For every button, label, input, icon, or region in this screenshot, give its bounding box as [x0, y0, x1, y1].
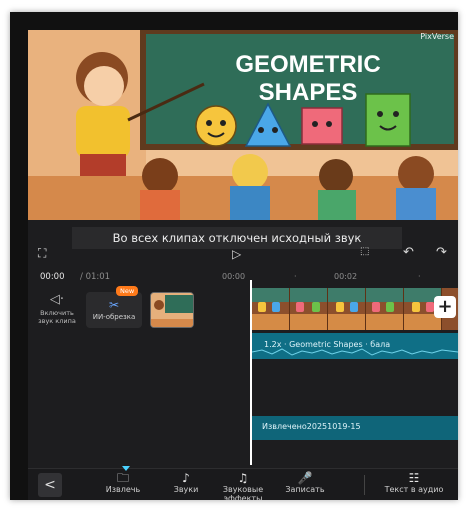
cover-thumbnail[interactable] [150, 292, 194, 328]
back-button[interactable]: < [38, 473, 62, 497]
fullscreen-icon[interactable]: ⛶ [38, 246, 46, 261]
sounds-button[interactable]: ♪ Звуки [166, 471, 206, 494]
text-to-audio-button[interactable]: ☷ Текст в аудио [374, 471, 454, 494]
play-icon[interactable]: ▷ [232, 247, 241, 261]
watermark: PixVerse [420, 32, 454, 41]
scissors-icon: ✂ [108, 298, 120, 312]
keyframe-icon[interactable]: ⬚ [360, 246, 369, 257]
time-ruler: 00:00 / 01:01 00:00 · 00:02 · [28, 270, 458, 284]
waveform [252, 348, 458, 356]
ai-cut-label: ИИ-обрезка [92, 313, 136, 321]
cover-image [151, 293, 193, 327]
new-badge: New [116, 286, 139, 296]
ai-cut-button[interactable]: New ✂ ИИ-обрезка [86, 286, 142, 328]
music-note-icon: ♪ [182, 471, 190, 485]
sounds-label: Звуки [173, 485, 199, 494]
bottom-toolbar: < 🗀 Извлечь ♪ Звуки ♫ Звуковые эффекты 🎤… [28, 466, 458, 500]
speaker-muted-icon: ◁· [49, 292, 65, 307]
video-preview[interactable]: GEOMETRIC SHAPES PixVerse [28, 30, 458, 220]
app-window: GEOMETRIC SHAPES PixVerse Во всех клипах… [10, 12, 458, 500]
enable-clip-sound-label: Включить звук клипа [38, 309, 76, 325]
extracted-audio-label: Извлечено20251019-15 [262, 422, 361, 431]
sound-effects-button[interactable]: ♫ Звуковые эффекты [218, 471, 268, 500]
video-frame [290, 288, 328, 330]
classroom-illustration: GEOMETRIC SHAPES [28, 30, 458, 220]
board-title-line2: SHAPES [259, 79, 358, 106]
add-clip-button[interactable]: + [434, 296, 456, 318]
muted-notice-banner: Во всех клипах отключен исходный звук [72, 227, 402, 249]
extract-label: Извлечь [105, 485, 141, 494]
video-frame [252, 288, 290, 330]
total-time: / 01:01 [80, 272, 111, 282]
video-track[interactable] [252, 288, 458, 330]
playhead[interactable] [250, 280, 252, 465]
timeline-editor: Во всех клипах отключен исходный звук ⛶ … [28, 220, 458, 500]
record-label: Записать [285, 485, 325, 494]
redo-icon[interactable]: ↷ [436, 245, 447, 260]
undo-icon[interactable]: ↶ [403, 245, 414, 260]
ruler-tick: 00:02 [334, 272, 358, 281]
record-button[interactable]: 🎤 Записать [280, 471, 330, 494]
text-to-audio-label: Текст в аудио [384, 485, 444, 494]
sound-effects-icon: ♫ [237, 471, 249, 485]
enable-clip-sound-button[interactable]: ◁· Включить звук клипа [34, 292, 80, 325]
current-time: 00:00 [40, 272, 65, 282]
folder-icon: 🗀 [116, 471, 129, 485]
extract-button[interactable]: 🗀 Извлечь [98, 471, 148, 494]
ruler-dot: · [294, 272, 297, 281]
ruler-dot: · [418, 272, 421, 281]
video-frame [328, 288, 366, 330]
microphone-icon: 🎤 [297, 471, 313, 485]
extracted-audio-track[interactable]: Извлечено20251019-15 [252, 416, 458, 440]
ruler-tick: 00:00 [222, 272, 246, 281]
audio-track[interactable]: 1.2x · Geometric Shapes · бала [252, 333, 458, 359]
video-frame [366, 288, 404, 330]
board-title-line1: GEOMETRIC [235, 51, 380, 78]
text-to-audio-icon: ☷ [408, 471, 420, 485]
sound-effects-label: Звуковые эффекты [222, 485, 264, 500]
toolbar-divider [364, 475, 365, 495]
